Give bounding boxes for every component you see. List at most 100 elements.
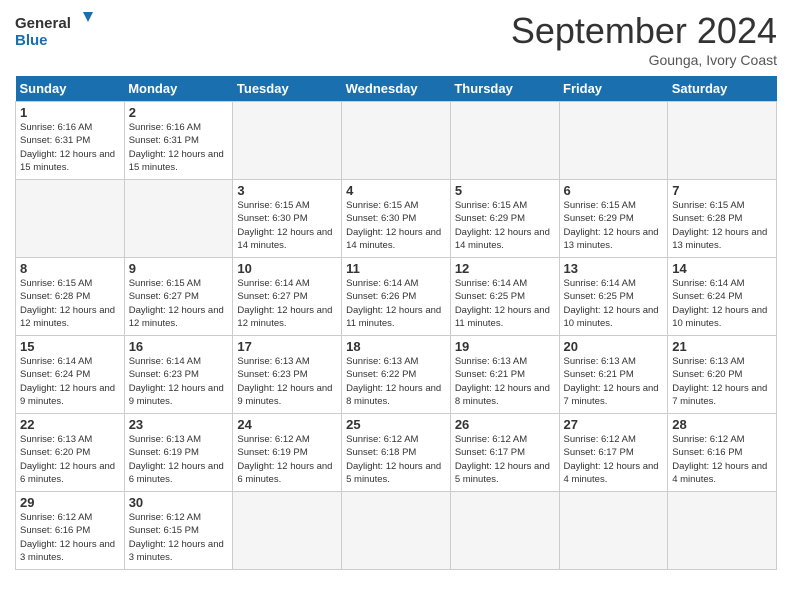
day-info: Sunrise: 6:13 AMSunset: 6:20 PMDaylight:… <box>672 355 772 408</box>
day-number: 22 <box>20 417 120 432</box>
day-info: Sunrise: 6:15 AMSunset: 6:28 PMDaylight:… <box>672 199 772 252</box>
day-info: Sunrise: 6:15 AMSunset: 6:30 PMDaylight:… <box>237 199 337 252</box>
table-row: 27 Sunrise: 6:12 AMSunset: 6:17 PMDaylig… <box>559 414 668 492</box>
table-row: 13 Sunrise: 6:14 AMSunset: 6:25 PMDaylig… <box>559 258 668 336</box>
table-row: 15 Sunrise: 6:14 AMSunset: 6:24 PMDaylig… <box>16 336 125 414</box>
table-row <box>233 102 342 180</box>
day-info: Sunrise: 6:12 AMSunset: 6:17 PMDaylight:… <box>455 433 555 486</box>
day-number: 21 <box>672 339 772 354</box>
table-row: 23 Sunrise: 6:13 AMSunset: 6:19 PMDaylig… <box>124 414 233 492</box>
day-info: Sunrise: 6:12 AMSunset: 6:15 PMDaylight:… <box>129 511 229 564</box>
day-number: 13 <box>564 261 664 276</box>
calendar-table: Sunday Monday Tuesday Wednesday Thursday… <box>15 76 777 570</box>
day-info: Sunrise: 6:12 AMSunset: 6:16 PMDaylight:… <box>672 433 772 486</box>
col-friday: Friday <box>559 76 668 102</box>
day-number: 26 <box>455 417 555 432</box>
day-number: 20 <box>564 339 664 354</box>
day-info: Sunrise: 6:15 AMSunset: 6:28 PMDaylight:… <box>20 277 120 330</box>
day-number: 7 <box>672 183 772 198</box>
table-row: 25 Sunrise: 6:12 AMSunset: 6:18 PMDaylig… <box>342 414 451 492</box>
day-info: Sunrise: 6:13 AMSunset: 6:21 PMDaylight:… <box>455 355 555 408</box>
day-info: Sunrise: 6:14 AMSunset: 6:27 PMDaylight:… <box>237 277 337 330</box>
day-number: 19 <box>455 339 555 354</box>
table-row <box>668 492 777 570</box>
day-info: Sunrise: 6:14 AMSunset: 6:25 PMDaylight:… <box>455 277 555 330</box>
calendar-week-3: 15 Sunrise: 6:14 AMSunset: 6:24 PMDaylig… <box>16 336 777 414</box>
table-row: 14 Sunrise: 6:14 AMSunset: 6:24 PMDaylig… <box>668 258 777 336</box>
day-info: Sunrise: 6:12 AMSunset: 6:16 PMDaylight:… <box>20 511 120 564</box>
day-number: 6 <box>564 183 664 198</box>
day-info: Sunrise: 6:12 AMSunset: 6:19 PMDaylight:… <box>237 433 337 486</box>
table-row: 30 Sunrise: 6:12 AMSunset: 6:15 PMDaylig… <box>124 492 233 570</box>
table-row <box>668 102 777 180</box>
day-number: 9 <box>129 261 229 276</box>
day-number: 15 <box>20 339 120 354</box>
day-number: 18 <box>346 339 446 354</box>
day-number: 3 <box>237 183 337 198</box>
day-number: 23 <box>129 417 229 432</box>
table-row <box>559 102 668 180</box>
table-row <box>450 102 559 180</box>
calendar-week-2: 8 Sunrise: 6:15 AMSunset: 6:28 PMDayligh… <box>16 258 777 336</box>
table-row: 17 Sunrise: 6:13 AMSunset: 6:23 PMDaylig… <box>233 336 342 414</box>
day-number: 1 <box>20 105 120 120</box>
table-row <box>559 492 668 570</box>
day-number: 12 <box>455 261 555 276</box>
day-info: Sunrise: 6:12 AMSunset: 6:17 PMDaylight:… <box>564 433 664 486</box>
day-number: 24 <box>237 417 337 432</box>
calendar-week-1: 3 Sunrise: 6:15 AMSunset: 6:30 PMDayligh… <box>16 180 777 258</box>
day-number: 4 <box>346 183 446 198</box>
day-number: 10 <box>237 261 337 276</box>
day-info: Sunrise: 6:16 AMSunset: 6:31 PMDaylight:… <box>20 121 120 174</box>
col-saturday: Saturday <box>668 76 777 102</box>
table-row: 21 Sunrise: 6:13 AMSunset: 6:20 PMDaylig… <box>668 336 777 414</box>
table-row: 8 Sunrise: 6:15 AMSunset: 6:28 PMDayligh… <box>16 258 125 336</box>
calendar-week-5: 29 Sunrise: 6:12 AMSunset: 6:16 PMDaylig… <box>16 492 777 570</box>
table-row: 6 Sunrise: 6:15 AMSunset: 6:29 PMDayligh… <box>559 180 668 258</box>
title-section: September 2024 Gounga, Ivory Coast <box>511 10 777 68</box>
table-row: 2 Sunrise: 6:16 AMSunset: 6:31 PMDayligh… <box>124 102 233 180</box>
day-number: 11 <box>346 261 446 276</box>
table-row <box>124 180 233 258</box>
table-row: 28 Sunrise: 6:12 AMSunset: 6:16 PMDaylig… <box>668 414 777 492</box>
day-number: 16 <box>129 339 229 354</box>
table-row: 29 Sunrise: 6:12 AMSunset: 6:16 PMDaylig… <box>16 492 125 570</box>
day-info: Sunrise: 6:12 AMSunset: 6:18 PMDaylight:… <box>346 433 446 486</box>
day-info: Sunrise: 6:13 AMSunset: 6:20 PMDaylight:… <box>20 433 120 486</box>
month-title: September 2024 <box>511 10 777 52</box>
day-info: Sunrise: 6:14 AMSunset: 6:25 PMDaylight:… <box>564 277 664 330</box>
col-monday: Monday <box>124 76 233 102</box>
table-row: 4 Sunrise: 6:15 AMSunset: 6:30 PMDayligh… <box>342 180 451 258</box>
logo-svg: General Blue <box>15 10 95 52</box>
table-row <box>342 492 451 570</box>
table-row: 5 Sunrise: 6:15 AMSunset: 6:29 PMDayligh… <box>450 180 559 258</box>
table-row <box>16 180 125 258</box>
table-row: 9 Sunrise: 6:15 AMSunset: 6:27 PMDayligh… <box>124 258 233 336</box>
day-info: Sunrise: 6:15 AMSunset: 6:27 PMDaylight:… <box>129 277 229 330</box>
table-row <box>450 492 559 570</box>
calendar-week-0: 1 Sunrise: 6:16 AMSunset: 6:31 PMDayligh… <box>16 102 777 180</box>
header-row: Sunday Monday Tuesday Wednesday Thursday… <box>16 76 777 102</box>
table-row <box>233 492 342 570</box>
table-row: 22 Sunrise: 6:13 AMSunset: 6:20 PMDaylig… <box>16 414 125 492</box>
logo: General Blue <box>15 10 95 52</box>
svg-text:Blue: Blue <box>15 32 48 49</box>
day-info: Sunrise: 6:13 AMSunset: 6:21 PMDaylight:… <box>564 355 664 408</box>
table-row: 7 Sunrise: 6:15 AMSunset: 6:28 PMDayligh… <box>668 180 777 258</box>
day-info: Sunrise: 6:13 AMSunset: 6:19 PMDaylight:… <box>129 433 229 486</box>
table-row: 11 Sunrise: 6:14 AMSunset: 6:26 PMDaylig… <box>342 258 451 336</box>
day-info: Sunrise: 6:14 AMSunset: 6:26 PMDaylight:… <box>346 277 446 330</box>
day-number: 29 <box>20 495 120 510</box>
day-number: 2 <box>129 105 229 120</box>
day-number: 5 <box>455 183 555 198</box>
day-number: 30 <box>129 495 229 510</box>
day-info: Sunrise: 6:13 AMSunset: 6:23 PMDaylight:… <box>237 355 337 408</box>
table-row: 16 Sunrise: 6:14 AMSunset: 6:23 PMDaylig… <box>124 336 233 414</box>
table-row: 12 Sunrise: 6:14 AMSunset: 6:25 PMDaylig… <box>450 258 559 336</box>
table-row: 18 Sunrise: 6:13 AMSunset: 6:22 PMDaylig… <box>342 336 451 414</box>
table-row: 19 Sunrise: 6:13 AMSunset: 6:21 PMDaylig… <box>450 336 559 414</box>
day-info: Sunrise: 6:15 AMSunset: 6:29 PMDaylight:… <box>564 199 664 252</box>
table-row: 24 Sunrise: 6:12 AMSunset: 6:19 PMDaylig… <box>233 414 342 492</box>
table-row: 20 Sunrise: 6:13 AMSunset: 6:21 PMDaylig… <box>559 336 668 414</box>
page-container: General Blue September 2024 Gounga, Ivor… <box>0 0 792 580</box>
